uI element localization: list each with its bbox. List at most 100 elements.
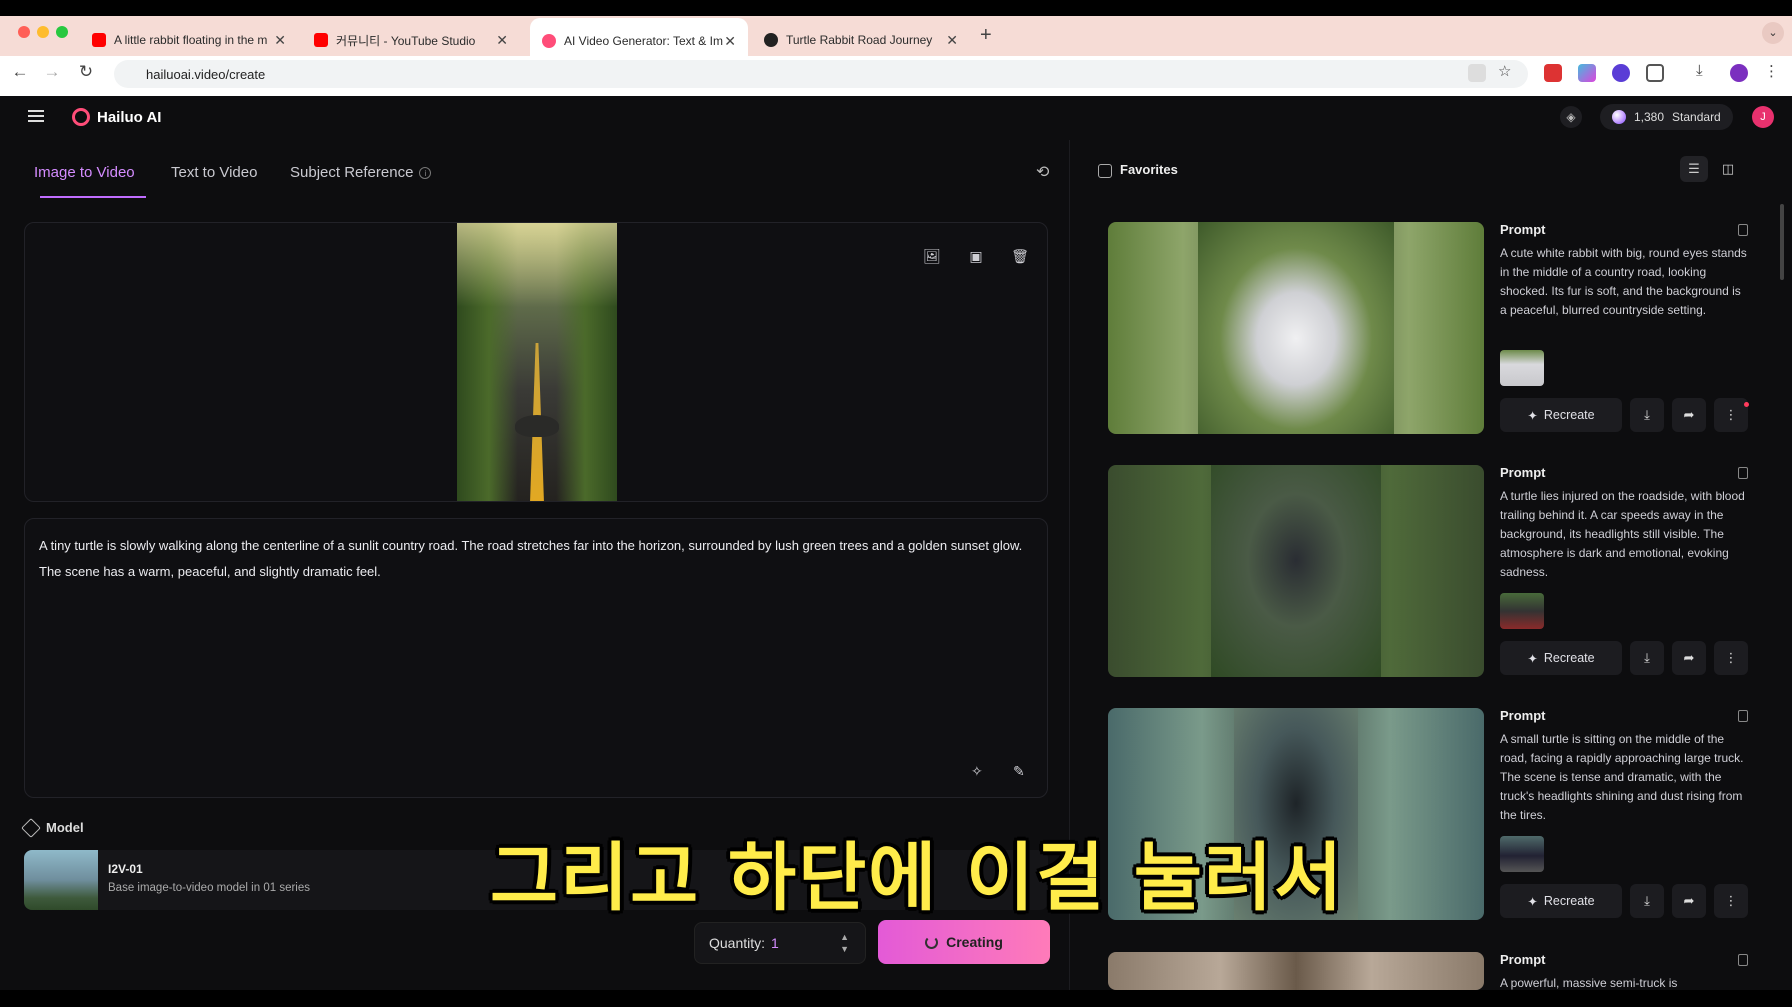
scrollbar[interactable] [1780, 204, 1784, 280]
favorites-checkbox[interactable] [1098, 164, 1112, 178]
maximize-window-button[interactable] [56, 26, 68, 38]
recreate-label: Recreate [1543, 651, 1595, 665]
youtube-icon [314, 33, 328, 47]
loading-spinner-icon [925, 935, 939, 949]
sparkle-icon: ✦ [1527, 894, 1538, 909]
quantity-label: Quantity: [709, 935, 766, 951]
video-thumbnail-semi-truck[interactable] [1108, 952, 1484, 990]
split-view-icon[interactable]: ◫ [1714, 156, 1742, 182]
magic-enhance-icon[interactable]: ✧ [971, 763, 983, 780]
reference-thumbnail[interactable] [1500, 350, 1544, 386]
tab-text-to-video[interactable]: Text to Video [171, 164, 257, 181]
video-subtitle-overlay: 그리고 하단에 이걸 눌러서 [490, 835, 1345, 921]
translate-icon[interactable] [1468, 64, 1486, 82]
back-arrow-icon[interactable]: ← [8, 62, 32, 82]
extensions-puzzle-icon[interactable] [1646, 64, 1664, 82]
shield-icon[interactable]: ◈ [1560, 106, 1582, 128]
sparkle-icon: ✦ [1527, 408, 1538, 423]
more-options-icon[interactable]: ⋮ [1714, 884, 1748, 918]
screen-bottom-edge [0, 990, 1792, 1007]
model-section-label: Model [21, 817, 84, 838]
tab-title: Turtle Rabbit Road Journey [786, 33, 933, 47]
info-icon[interactable]: i [419, 167, 432, 180]
forward-arrow-icon[interactable]: → [40, 62, 64, 82]
copy-icon[interactable] [1738, 954, 1748, 966]
extension-red-icon[interactable] [1544, 64, 1562, 82]
menu-hamburger-icon[interactable] [28, 110, 44, 122]
model-description: Base image-to-video model in 01 series [108, 882, 310, 894]
recreate-label: Recreate [1543, 408, 1595, 422]
browser-menu-icon[interactable]: ⋮ [1764, 62, 1782, 80]
credit-orb-icon [1612, 110, 1626, 124]
quantity-value: 1 [771, 935, 779, 951]
prompt-assist-icon[interactable]: ✎ [1013, 763, 1025, 780]
extension-s-icon[interactable] [1612, 64, 1630, 82]
video-thumbnail-rabbit[interactable] [1108, 222, 1484, 434]
close-tab-icon[interactable]: ✕ [274, 32, 286, 49]
tab-title: AI Video Generator: Text & Im [564, 34, 723, 48]
prompt-textarea[interactable]: A tiny turtle is slowly walking along th… [24, 518, 1048, 798]
recreate-button[interactable]: ✦ Recreate [1500, 398, 1622, 432]
share-icon[interactable]: ➦ [1672, 641, 1706, 675]
new-tab-button[interactable]: + [980, 24, 992, 47]
recreate-button[interactable]: ✦ Recreate [1500, 884, 1622, 918]
extension-gradient-icon[interactable] [1578, 64, 1596, 82]
history-card: Prompt A powerful, massive semi-truck is [1108, 952, 1758, 990]
copy-icon[interactable] [1738, 710, 1748, 722]
save-icon[interactable]: ⤓ [1630, 884, 1664, 918]
copy-icon[interactable] [1738, 224, 1748, 236]
brand-logo[interactable]: Hailuo AI [72, 108, 161, 126]
download-icon[interactable]: ⤓ [1696, 62, 1714, 80]
card-prompt-heading: Prompt [1500, 465, 1546, 480]
share-icon[interactable]: ➦ [1672, 398, 1706, 432]
card-prompt-heading: Prompt [1500, 952, 1546, 967]
prompt-text[interactable]: A tiny turtle is slowly walking along th… [39, 533, 1039, 585]
uploaded-image-road [457, 223, 617, 501]
history-card: Prompt A turtle lies injured on the road… [1108, 465, 1758, 677]
hailuo-favicon-icon [542, 34, 556, 48]
profile-avatar[interactable] [1730, 64, 1748, 82]
tab-search-chevron-icon[interactable]: ⌄ [1762, 22, 1784, 44]
image-upload-area[interactable]: 🖼 ▣ 🗑 [24, 222, 1048, 502]
tab-image-to-video[interactable]: Image to Video [34, 164, 135, 181]
youtube-icon [92, 33, 106, 47]
close-tab-icon[interactable]: ✕ [946, 32, 958, 49]
quantity-stepper[interactable]: Quantity: 1 ▲ ▼ [694, 922, 866, 964]
close-tab-icon[interactable]: ✕ [496, 32, 508, 49]
more-options-icon[interactable]: ⋮ [1714, 398, 1748, 432]
bookmark-star-icon[interactable]: ☆ [1498, 62, 1516, 80]
share-icon[interactable]: ➦ [1672, 884, 1706, 918]
reload-icon[interactable]: ↻ [74, 62, 98, 82]
user-avatar[interactable]: J [1752, 106, 1774, 128]
video-thumbnail-turtle-car[interactable] [1108, 465, 1484, 677]
credits-badge[interactable]: 1,380 Standard [1600, 104, 1733, 130]
close-tab-icon[interactable]: ✕ [724, 33, 736, 50]
reference-thumbnail[interactable] [1500, 836, 1544, 872]
brand-name: Hailuo AI [97, 108, 162, 126]
turtle-figure [515, 415, 559, 437]
list-view-icon[interactable]: ☰ [1680, 156, 1708, 182]
create-button[interactable]: Creating [878, 920, 1050, 964]
address-bar[interactable]: hailuoai.video/create [114, 60, 1528, 88]
reference-thumbnail[interactable] [1500, 593, 1544, 629]
recreate-button[interactable]: ✦ Recreate [1500, 641, 1622, 675]
replace-image-icon[interactable]: 🖼 [921, 245, 943, 267]
recreate-label: Recreate [1543, 894, 1595, 908]
close-window-button[interactable] [18, 26, 30, 38]
save-icon[interactable]: ⤓ [1630, 641, 1664, 675]
notification-dot [1744, 402, 1749, 407]
copy-icon[interactable] [1738, 467, 1748, 479]
save-icon[interactable]: ⤓ [1630, 398, 1664, 432]
delete-trash-icon[interactable]: 🗑 [1009, 245, 1031, 267]
tab-subject-reference[interactable]: Subject Reference i [290, 164, 432, 181]
plan-label: Standard [1672, 110, 1721, 124]
card-prompt-heading: Prompt [1500, 222, 1546, 237]
minimize-window-button[interactable] [37, 26, 49, 38]
card-prompt-heading: Prompt [1500, 708, 1546, 723]
create-button-label: Creating [946, 934, 1003, 950]
edit-image-icon[interactable]: ▣ [965, 245, 987, 267]
more-options-icon[interactable]: ⋮ [1714, 641, 1748, 675]
stepper-arrows-icon[interactable]: ▲ ▼ [840, 931, 849, 955]
reset-icon[interactable]: ⟲ [1036, 162, 1049, 182]
tab-label: Subject Reference [290, 164, 414, 181]
